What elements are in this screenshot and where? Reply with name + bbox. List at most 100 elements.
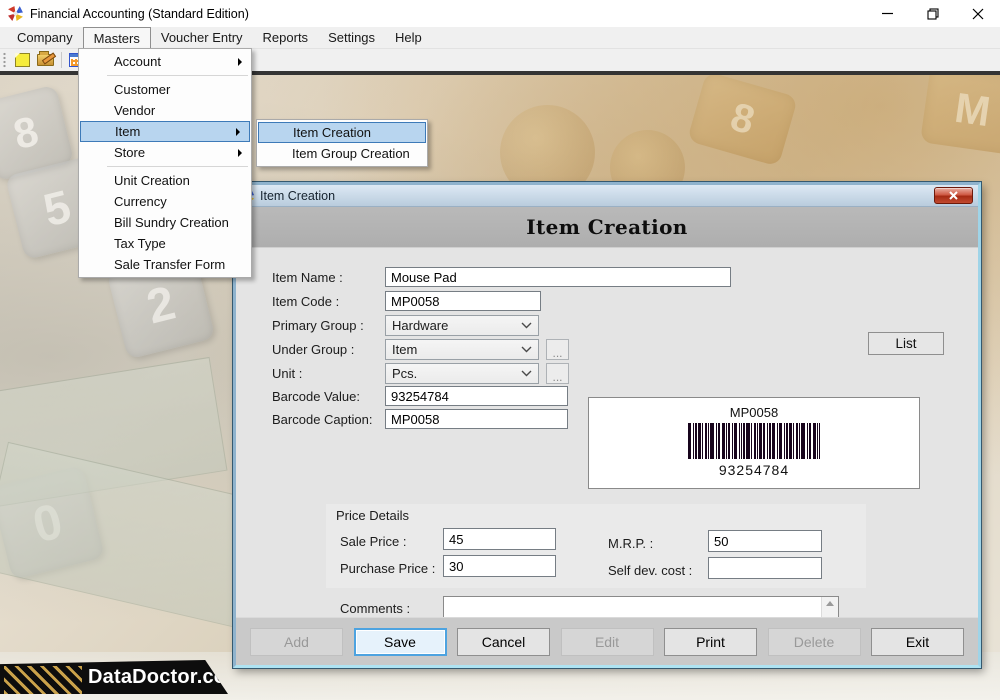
menubar-item-reports[interactable]: Reports <box>253 27 319 48</box>
purchase-price-label: Purchase Price : <box>340 561 435 576</box>
chevron-down-icon <box>521 370 532 377</box>
delete-button[interactable]: Delete <box>768 628 861 656</box>
dialog-title: Item Creation <box>260 189 335 203</box>
menu-item-currency[interactable]: Currency <box>79 191 251 212</box>
unit-dropdown[interactable]: Pcs. <box>385 363 539 384</box>
barcode-caption-text: MP0058 <box>730 405 778 420</box>
menu-item-tax-type[interactable]: Tax Type <box>79 233 251 254</box>
barcode-image <box>688 423 820 459</box>
masters-menu: Account Customer Vendor Item Store Unit … <box>78 48 252 278</box>
datadoctor-banner: DataDoctor.co.in <box>0 660 228 694</box>
self-dev-cost-input[interactable] <box>708 557 822 579</box>
toolbar-separator <box>61 52 62 68</box>
menu-item-label: Store <box>114 145 145 160</box>
item-code-input[interactable] <box>385 291 541 311</box>
toolbar-open-button[interactable] <box>34 50 56 70</box>
primary-group-value: Hardware <box>392 318 448 333</box>
under-group-label: Under Group : <box>272 342 354 357</box>
photo-calculator-key: M <box>920 75 1000 155</box>
primary-group-label: Primary Group : <box>272 318 364 333</box>
window-title: Financial Accounting (Standard Edition) <box>30 7 249 21</box>
cancel-button[interactable]: Cancel <box>457 628 550 656</box>
exit-button[interactable]: Exit <box>871 628 964 656</box>
photo-key-glyph: M <box>952 84 993 136</box>
menu-item-customer[interactable]: Customer <box>79 79 251 100</box>
toolbar-new-button[interactable] <box>11 50 33 70</box>
unit-value: Pcs. <box>392 366 417 381</box>
dialog-heading: Item Creation <box>526 215 688 239</box>
menubar-item-settings[interactable]: Settings <box>318 27 385 48</box>
barcode-value-input[interactable] <box>385 386 568 406</box>
item-creation-dialog: Item Creation Item Creation Item Name : … <box>233 182 981 668</box>
primary-group-dropdown[interactable]: Hardware <box>385 315 539 336</box>
toolbar-grip-handle[interactable] <box>3 52 6 68</box>
photo-key-glyph: 5 <box>38 179 76 238</box>
barcode-caption-input[interactable] <box>385 409 568 429</box>
menu-item-label: Item Group Creation <box>292 146 410 161</box>
price-details-title: Price Details <box>336 508 409 523</box>
menu-item-bill-sundry-creation[interactable]: Bill Sundry Creation <box>79 212 251 233</box>
menu-separator <box>107 166 248 167</box>
menu-item-label: Currency <box>114 194 167 209</box>
print-button[interactable]: Print <box>664 628 757 656</box>
close-icon <box>972 8 984 20</box>
item-name-label: Item Name : <box>272 270 343 285</box>
photo-calculator-key: 8 <box>687 75 798 167</box>
menubar-item-company[interactable]: Company <box>7 27 83 48</box>
under-group-browse-button[interactable]: ... <box>546 339 569 360</box>
menu-item-account[interactable]: Account <box>79 51 251 72</box>
menu-item-unit-creation[interactable]: Unit Creation <box>79 170 251 191</box>
dialog-close-button[interactable] <box>934 187 973 204</box>
dialog-body: Item Name : List Item Code : Primary Gro… <box>236 248 978 617</box>
menu-item-label: Item Creation <box>293 125 371 140</box>
under-group-value: Item <box>392 342 417 357</box>
menu-item-item[interactable]: Item <box>80 121 250 142</box>
menu-item-label: Bill Sundry Creation <box>114 215 229 230</box>
item-submenu: Item Creation Item Group Creation <box>256 119 428 167</box>
close-button[interactable] <box>955 0 1000 27</box>
sale-price-input[interactable] <box>443 528 556 550</box>
under-group-dropdown[interactable]: Item <box>385 339 539 360</box>
list-button[interactable]: List <box>868 332 944 355</box>
self-dev-cost-label: Self dev. cost : <box>608 563 692 578</box>
purchase-price-input[interactable] <box>443 555 556 577</box>
menu-item-label: Unit Creation <box>114 173 190 188</box>
dialog-header-band: Item Creation <box>236 207 978 248</box>
menu-item-label: Sale Transfer Form <box>114 257 225 272</box>
menu-item-vendor[interactable]: Vendor <box>79 100 251 121</box>
minimize-icon <box>882 8 893 19</box>
menu-item-label: Vendor <box>114 103 155 118</box>
window-titlebar: Financial Accounting (Standard Edition) <box>0 0 1000 27</box>
window-controls <box>865 0 1000 27</box>
unit-browse-button[interactable]: ... <box>546 363 569 384</box>
dialog-buttonbar: Add Save Cancel Edit Print Delete Exit <box>236 617 978 665</box>
photo-key-glyph: 8 <box>9 107 43 159</box>
menu-item-label: Account <box>114 54 161 69</box>
menubar-item-help[interactable]: Help <box>385 27 432 48</box>
menubar-item-masters[interactable]: Masters <box>83 27 151 48</box>
menu-item-label: Item <box>115 124 140 139</box>
menu-item-store[interactable]: Store <box>79 142 251 163</box>
menu-item-item-group-creation[interactable]: Item Group Creation <box>257 143 427 164</box>
restore-button[interactable] <box>910 0 955 27</box>
item-name-input[interactable] <box>385 267 731 287</box>
restore-icon <box>927 8 939 20</box>
scroll-up-icon[interactable] <box>826 601 834 606</box>
save-button[interactable]: Save <box>354 628 447 656</box>
barcode-caption-label: Barcode Caption: <box>272 412 372 427</box>
menubar-item-voucher-entry[interactable]: Voucher Entry <box>151 27 253 48</box>
menu-item-label: Tax Type <box>114 236 166 251</box>
menu-item-label: Customer <box>114 82 170 97</box>
barcode-value-label: Barcode Value: <box>272 389 360 404</box>
minimize-button[interactable] <box>865 0 910 27</box>
menubar: Company Masters Voucher Entry Reports Se… <box>0 27 1000 48</box>
folder-pencil-icon <box>37 54 54 66</box>
add-button[interactable]: Add <box>250 628 343 656</box>
menu-item-item-creation[interactable]: Item Creation <box>258 122 426 143</box>
mrp-input[interactable] <box>708 530 822 552</box>
app-window: 8 5 2 0 8 M Financial Accounting (Standa… <box>0 0 1000 700</box>
dialog-titlebar: Item Creation <box>236 185 978 207</box>
comments-label: Comments : <box>340 601 410 616</box>
edit-button[interactable]: Edit <box>561 628 654 656</box>
menu-item-sale-transfer-form[interactable]: Sale Transfer Form <box>79 254 251 275</box>
